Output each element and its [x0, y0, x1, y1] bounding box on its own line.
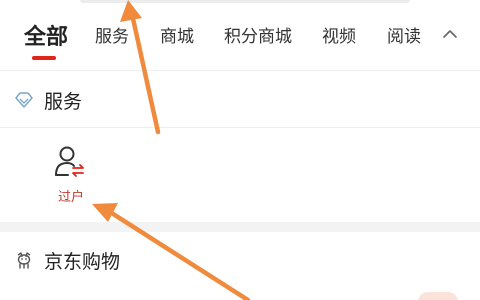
- service-section-header: 服务: [14, 85, 82, 115]
- diamond-icon: [15, 92, 33, 108]
- chevron-up-icon[interactable]: [440, 24, 460, 44]
- active-tab-indicator: [32, 56, 56, 60]
- tab-service[interactable]: 服务: [95, 22, 129, 47]
- tab-points-mall[interactable]: 积分商城: [224, 22, 292, 47]
- app-screen: 全部 服务 商城 积分商城 视频 阅读 服务 过户 京东购物: [0, 0, 480, 300]
- service-item-transfer[interactable]: 过户: [44, 142, 98, 206]
- tab-video[interactable]: 视频: [322, 22, 356, 47]
- jd-shopping-section-title: 京东购物: [44, 250, 121, 273]
- user-transfer-icon: [55, 146, 84, 177]
- floating-widget-edge: [418, 292, 458, 300]
- service-header-divider: [0, 127, 480, 128]
- jd-shopping-section-header: 京东购物: [14, 245, 120, 275]
- service-item-label: 过户: [57, 190, 84, 205]
- tab-all[interactable]: 全部: [24, 19, 68, 51]
- service-section-title: 服务: [44, 90, 83, 113]
- section-gap: [0, 222, 480, 232]
- tab-reading[interactable]: 阅读: [387, 22, 421, 47]
- tab-mall[interactable]: 商城: [160, 22, 194, 47]
- top-search-bar-edge: [80, 0, 410, 3]
- jd-dog-icon: [17, 252, 31, 269]
- category-tab-bar: 全部 服务 商城 积分商城 视频 阅读: [0, 14, 480, 64]
- tab-bar-divider: [0, 70, 480, 71]
